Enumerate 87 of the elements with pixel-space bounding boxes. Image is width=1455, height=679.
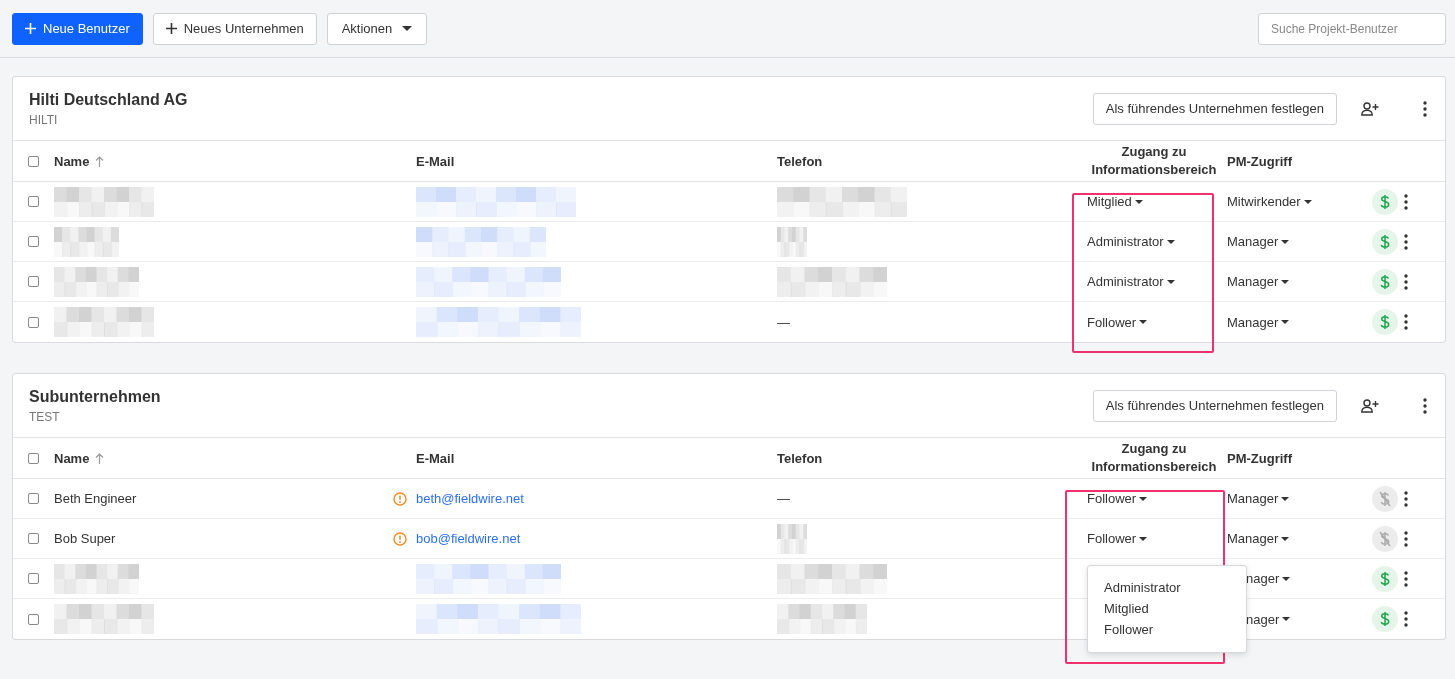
row-checkbox[interactable] (28, 196, 39, 207)
column-header[interactable]: Name (54, 153, 90, 169)
caret-icon (1282, 617, 1291, 621)
phone-text: — (777, 491, 790, 506)
more-icon[interactable] (1402, 568, 1410, 589)
caret-icon (1281, 536, 1290, 541)
menu-item[interactable]: Mitglied (1088, 598, 1246, 619)
more-icon[interactable] (1402, 609, 1410, 629)
caret-icon (1139, 536, 1148, 541)
caret-icon (1281, 496, 1290, 501)
row-checkbox[interactable] (28, 573, 39, 584)
caret-icon (1303, 199, 1312, 204)
pm-dropdown[interactable]: Manager (1227, 234, 1290, 249)
column-header: E-Mail (416, 450, 455, 466)
caret-icon (1281, 320, 1290, 324)
access-dropdown[interactable]: Administrator (1087, 234, 1175, 249)
pm-dropdown[interactable]: Manager (1227, 491, 1290, 506)
column-header: PM-Zugriff (1227, 153, 1292, 169)
select-all-checkbox[interactable] (28, 155, 39, 167)
blurred-text (777, 226, 807, 257)
caret-icon (1282, 576, 1291, 581)
set-lead-button[interactable]: Als führendes Unternehmen festlegen (1092, 92, 1337, 125)
row-checkbox[interactable] (28, 276, 39, 287)
row-checkbox[interactable] (28, 613, 39, 625)
blurred-text (54, 226, 119, 257)
caret-icon (1134, 199, 1143, 204)
caret-icon (1166, 279, 1175, 284)
sort-arrow-icon[interactable] (95, 452, 105, 464)
pm-dropdown[interactable]: Manager (1227, 314, 1290, 330)
column-header: PM-Zugriff (1227, 450, 1292, 466)
caret-icon (1281, 239, 1290, 244)
add-button[interactable]: Neue Benutzer (12, 12, 143, 45)
pm-dropdown[interactable]: Manager (1227, 531, 1290, 546)
menu-item[interactable]: Follower (1088, 619, 1246, 640)
name-text: Bob Super (54, 531, 116, 546)
column-header: Telefon (777, 153, 823, 169)
more-icon[interactable] (1402, 271, 1410, 292)
access-dropdown[interactable]: Mitglied (1087, 194, 1143, 209)
pm-dropdown[interactable]: nager (1246, 611, 1291, 627)
access-dropdown[interactable]: Follower (1087, 314, 1148, 330)
row-checkbox[interactable] (28, 493, 39, 504)
plus-icon (25, 23, 36, 34)
more-icon[interactable] (1402, 312, 1410, 332)
company-code: HILTI (29, 112, 59, 127)
column-header: E-Mail (416, 153, 455, 169)
more-icon[interactable] (1402, 231, 1410, 252)
actions-dropdown[interactable]: Aktionen (326, 12, 428, 45)
pm-dropdown[interactable]: Manager (1227, 274, 1290, 289)
more-icon[interactable] (1421, 395, 1429, 416)
access-dropdown[interactable]: Follower (1087, 491, 1148, 506)
search-field[interactable]: Suche Projekt-Benutzer (1258, 12, 1446, 45)
blurred-text (777, 523, 807, 554)
column-header[interactable]: Name (54, 450, 90, 466)
phone-text: — (777, 314, 790, 330)
caret-icon (1281, 279, 1290, 284)
select-all-checkbox[interactable] (28, 452, 39, 464)
access-dropdown[interactable]: Administrator (1087, 274, 1175, 289)
pm-dropdown[interactable]: Mitwirkender (1227, 194, 1312, 209)
row-checkbox[interactable] (28, 316, 39, 328)
column-header: Zugang zu Informationsbereich (1091, 441, 1217, 474)
pm-dropdown[interactable]: nager (1246, 571, 1291, 586)
caret-icon (1139, 320, 1148, 324)
access-dropdown[interactable]: Follower (1087, 531, 1148, 546)
plus-icon (165, 23, 177, 34)
more-icon[interactable] (1402, 488, 1410, 509)
column-header: Zugang zu Informationsbereich (1091, 144, 1217, 177)
row-checkbox[interactable] (28, 236, 39, 247)
name-text: Beth Engineer (54, 491, 137, 506)
add-button[interactable]: Neues Unternehmen (152, 12, 317, 45)
more-icon[interactable] (1402, 191, 1410, 212)
caret-icon (402, 26, 413, 31)
more-icon[interactable] (1402, 528, 1410, 549)
set-lead-button[interactable]: Als führendes Unternehmen festlegen (1092, 389, 1337, 422)
add-user-icon[interactable] (1359, 396, 1381, 415)
company-name: Subunternehmen (29, 387, 162, 406)
more-icon[interactable] (1421, 98, 1429, 119)
email-link[interactable]: bob@fieldwire.net (416, 531, 521, 546)
add-user-icon[interactable] (1359, 99, 1381, 118)
email-link[interactable]: beth@fieldwire.net (416, 491, 524, 506)
caret-icon (1139, 496, 1148, 501)
menu-item[interactable]: Administrator (1088, 577, 1246, 598)
caret-icon (1166, 239, 1175, 244)
column-header: Telefon (777, 450, 823, 466)
company-name: Hilti Deutschland AG (29, 90, 189, 109)
company-code: TEST (29, 409, 61, 424)
row-checkbox[interactable] (28, 533, 39, 544)
sort-arrow-icon[interactable] (95, 155, 105, 167)
